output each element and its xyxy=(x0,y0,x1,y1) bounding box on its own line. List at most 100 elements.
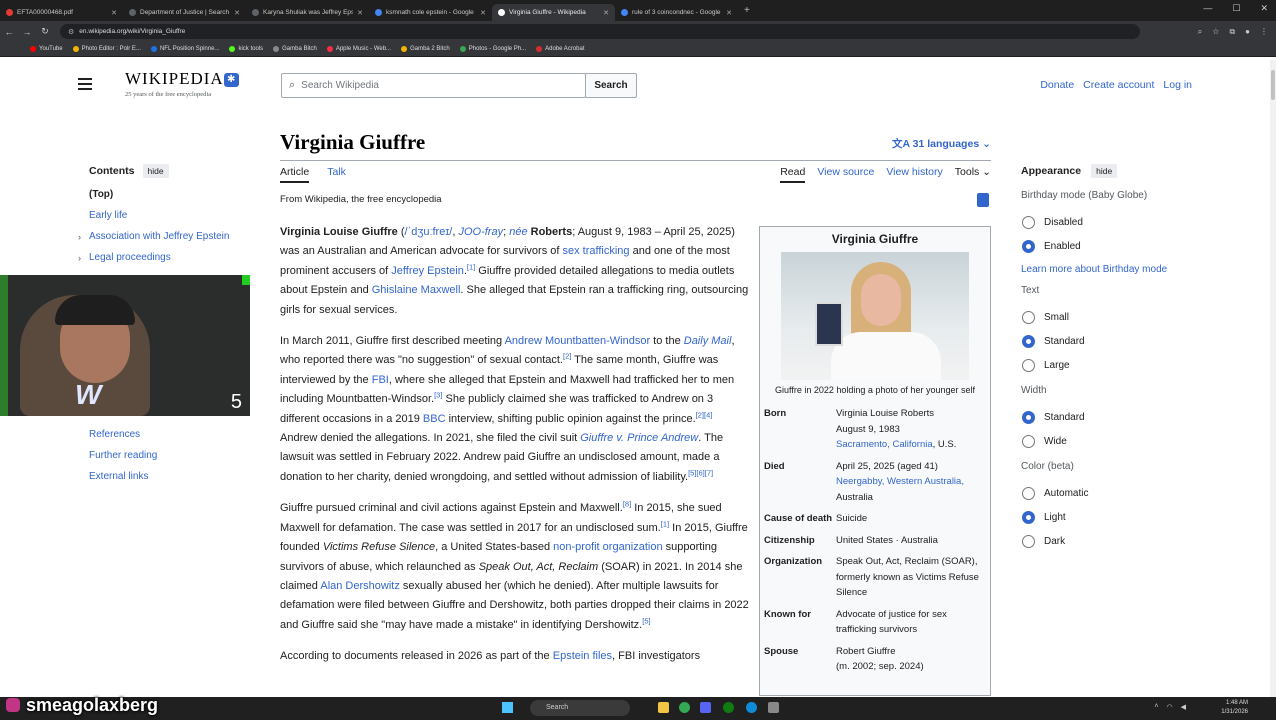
tab-article[interactable]: Article xyxy=(280,166,310,183)
file-explorer-icon[interactable] xyxy=(658,702,669,713)
toc-item-further-reading[interactable]: Further reading xyxy=(89,450,157,461)
close-icon[interactable]: ✕ xyxy=(111,9,117,17)
main-menu-icon[interactable] xyxy=(78,78,92,93)
bookmark[interactable]: Gamba 2 Bitch xyxy=(401,46,450,52)
bookmark[interactable]: kick tools xyxy=(229,46,263,52)
page-scrollbar[interactable] xyxy=(1270,60,1276,697)
toc-item-references[interactable]: References xyxy=(89,429,140,440)
close-icon[interactable]: ✕ xyxy=(357,9,363,17)
taskbar-clock[interactable]: 1:48 AM 1/31/2026 xyxy=(1221,699,1248,717)
sex-trafficking-link[interactable]: sex trafficking xyxy=(562,245,629,257)
close-icon[interactable]: ✕ xyxy=(603,9,609,17)
tab-talk[interactable]: Talk xyxy=(327,166,346,183)
sacramento-link[interactable]: Sacramento, California xyxy=(836,439,933,450)
bookmark[interactable]: Photo Editor : Polr E... xyxy=(72,46,141,52)
radio-button-selected[interactable] xyxy=(1022,334,1035,348)
wikipedia-logo[interactable]: WIKIPEDIA ✱ 25 years of the free encyclop… xyxy=(125,69,239,98)
radio-dark[interactable]: Dark xyxy=(1021,529,1196,553)
radio-enabled[interactable]: Enabled xyxy=(1021,234,1196,258)
bookmark[interactable]: NFL Position Spinne... xyxy=(150,46,219,52)
discord-icon[interactable] xyxy=(700,702,711,713)
radio-automatic[interactable]: Automatic xyxy=(1021,481,1196,505)
learn-more-link[interactable]: Learn more about Birthday mode xyxy=(1021,264,1167,275)
pronunciation-link[interactable]: /ˈdʒuːfreɪ/ xyxy=(405,226,453,238)
fbi-link[interactable]: FBI xyxy=(372,374,389,386)
close-window-icon[interactable]: ✕ xyxy=(1260,3,1268,14)
toc-item-external-links[interactable]: External links xyxy=(89,471,148,482)
radio-small[interactable]: Small xyxy=(1021,305,1196,329)
toc-item-top[interactable]: (Top) xyxy=(89,189,113,200)
browser-tab[interactable]: EFTA00000468.pdf ✕ xyxy=(0,4,123,21)
bookmark[interactable]: Apple Music - Web... xyxy=(326,46,391,52)
respelling-link[interactable]: JOO-fray xyxy=(458,226,503,238)
volume-icon[interactable]: ◀ xyxy=(1181,703,1186,711)
tab-view-history[interactable]: View history xyxy=(886,166,942,183)
toc-item-association[interactable]: Association with Jeffrey Epstein xyxy=(89,231,229,242)
close-icon[interactable]: ✕ xyxy=(726,9,732,17)
wifi-icon[interactable]: ◠ xyxy=(1167,703,1173,711)
radio-disabled[interactable]: Disabled xyxy=(1021,210,1196,234)
radio-button[interactable] xyxy=(1022,434,1035,448)
browser-tab[interactable]: rule of 3 coincondnec - Google ✕ xyxy=(615,4,738,21)
radio-light[interactable]: Light xyxy=(1021,505,1196,529)
chevron-right-icon[interactable]: › xyxy=(78,251,81,265)
menu-icon[interactable]: ⋮ xyxy=(1260,27,1268,37)
close-icon[interactable]: ✕ xyxy=(480,9,486,17)
site-info-icon[interactable]: ⚙ xyxy=(68,28,74,36)
language-button[interactable]: 文A 31 languages ⌄ xyxy=(892,136,991,151)
radio-standard[interactable]: Standard xyxy=(1021,329,1196,353)
maximize-icon[interactable]: ☐ xyxy=(1232,3,1240,14)
jeffrey-epstein-link[interactable]: Jeffrey Epstein xyxy=(391,265,464,277)
donate-link[interactable]: Donate xyxy=(1040,79,1074,91)
radio-button[interactable] xyxy=(1022,215,1035,229)
tools-menu[interactable]: Tools ⌄ xyxy=(955,166,991,183)
bookmark[interactable]: YouTube xyxy=(30,46,63,52)
browser-tab-active[interactable]: Virginia Giuffre - Wikipedia ✕ xyxy=(492,4,615,21)
radio-button[interactable] xyxy=(1022,310,1035,324)
search-input[interactable]: ⌕ Search Wikipedia xyxy=(281,73,586,98)
search-button[interactable]: Search xyxy=(585,73,637,98)
ghislaine-maxwell-link[interactable]: Ghislaine Maxwell xyxy=(372,284,461,296)
lawsuit-link[interactable]: Giuffre v. Prince Andrew xyxy=(580,432,698,444)
reload-icon[interactable]: ↻ xyxy=(36,26,54,37)
xbox-icon[interactable] xyxy=(723,702,734,713)
neergabby-link[interactable]: Neergabby, Western Australia, xyxy=(836,476,964,487)
radio-large[interactable]: Large xyxy=(1021,353,1196,377)
nee-link[interactable]: née xyxy=(509,226,527,238)
radio-button[interactable] xyxy=(1022,534,1035,548)
browser-tab[interactable]: Department of Justice | Search ✕ xyxy=(123,4,246,21)
bookmark[interactable]: Gamba Bitch xyxy=(273,46,317,52)
chevron-right-icon[interactable]: › xyxy=(78,230,81,244)
radio-button-selected[interactable] xyxy=(1022,239,1035,253)
browser-tab[interactable]: ksmnath cole epstein - Google ✕ xyxy=(369,4,492,21)
browser-tab[interactable]: Karyna Shuliak was Jeffrey Epst… ✕ xyxy=(246,4,369,21)
bbc-link[interactable]: BBC xyxy=(423,413,446,425)
scrollbar-thumb[interactable] xyxy=(1271,70,1275,100)
toc-item-early-life[interactable]: Early life xyxy=(89,210,127,221)
taskbar-search[interactable]: Search xyxy=(530,700,630,716)
close-icon[interactable]: ✕ xyxy=(234,9,240,17)
new-tab-icon[interactable]: + xyxy=(744,5,750,16)
forward-icon[interactable]: → xyxy=(18,27,36,37)
radio-wide[interactable]: Wide xyxy=(1021,429,1196,453)
create-account-link[interactable]: Create account xyxy=(1083,79,1154,91)
tab-view-source[interactable]: View source xyxy=(817,166,874,183)
non-profit-link[interactable]: non-profit organization xyxy=(553,541,662,553)
bookmark[interactable]: Adobe Acrobat xyxy=(536,46,585,52)
minimize-icon[interactable]: — xyxy=(1203,3,1212,14)
protection-lock-icon[interactable] xyxy=(977,193,989,207)
chevron-up-icon[interactable]: ˄ xyxy=(1154,703,1158,711)
app-icon[interactable] xyxy=(768,702,779,713)
toc-item-legal[interactable]: Legal proceedings xyxy=(89,252,171,263)
radio-button[interactable] xyxy=(1022,486,1035,500)
bookmark-star-icon[interactable]: ☆ xyxy=(1212,27,1219,37)
radio-width-standard[interactable]: Standard xyxy=(1021,405,1196,429)
infobox-photo[interactable] xyxy=(781,252,969,380)
daily-mail-link[interactable]: Daily Mail xyxy=(684,335,732,347)
toc-hide-button[interactable]: hide xyxy=(142,164,169,178)
windows-start-icon[interactable] xyxy=(502,702,513,713)
profile-icon[interactable]: ● xyxy=(1245,27,1250,37)
radio-button-selected[interactable] xyxy=(1022,410,1035,424)
edge-icon[interactable] xyxy=(746,702,757,713)
radio-button-selected[interactable] xyxy=(1022,510,1035,524)
